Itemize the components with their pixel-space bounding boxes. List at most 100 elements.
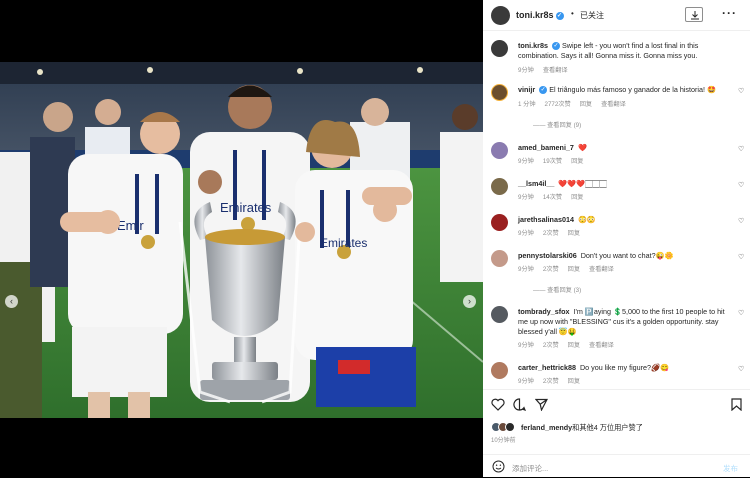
reply-button[interactable]: 回复 [580, 101, 592, 108]
caption-avatar[interactable] [491, 40, 508, 57]
comment-avatar[interactable] [491, 250, 508, 267]
likes-username[interactable]: ferland_mendy [521, 423, 572, 432]
comment-body: amed_bameni_7 ❤️ [518, 143, 733, 153]
author-avatar[interactable] [491, 6, 510, 25]
comment-meta: 9分钟 14次赞 回复 [518, 192, 592, 201]
celebration-photo: Emir Emirates Emirates [0, 62, 483, 418]
comment-text: Do you like my figure?🏈😋 [579, 363, 669, 372]
comment-body: __lsm4il__ ❤️❤️❤️🏻🏻🏻 [518, 179, 733, 189]
comment-username[interactable]: tombrady_sfox [518, 307, 570, 316]
reply-button[interactable]: 回复 [568, 230, 580, 237]
like-comment-heart-icon[interactable]: ♡ [738, 309, 744, 317]
post-panel: toni.kr8s ✓ • 已关注 ··· toni.kr8s ✓ Swipe le… [483, 0, 750, 477]
likes-rest-text[interactable]: 和其他4 万位用户赞了 [572, 423, 643, 432]
caption-body: toni.kr8s ✓ Swipe left - you won't find a… [518, 41, 733, 61]
comment-username[interactable]: pennystolarski06 [518, 251, 577, 260]
view-replies-label[interactable]: 查看回复 (9) [547, 122, 581, 129]
author-username[interactable]: toni.kr8s ✓ [516, 10, 564, 20]
comment-likes[interactable]: 2次赞 [543, 342, 559, 349]
see-translation-button[interactable]: 查看翻译 [601, 101, 626, 108]
reply-button[interactable]: 回复 [568, 342, 580, 349]
comment-username[interactable]: vinijr [518, 85, 535, 94]
like-heart-icon[interactable] [491, 398, 505, 411]
comment-username[interactable]: __lsm4il__ [518, 179, 554, 188]
like-comment-heart-icon[interactable]: ♡ [738, 365, 744, 373]
bookmark-icon[interactable] [731, 398, 742, 411]
comments-list[interactable]: toni.kr8s ✓ Swipe left - you won't find a… [483, 31, 750, 389]
comment-likes[interactable]: 2次赞 [543, 378, 559, 385]
post-actions: ferland_mendy和其他4 万位用户赞了 10分钟前 添加评论... 发… [483, 389, 750, 477]
svg-text:Emir: Emir [117, 218, 144, 233]
follow-status-button[interactable]: 已关注 [580, 10, 604, 21]
comment-likes[interactable]: 2次赞 [543, 266, 559, 273]
separator-dot: • [571, 9, 574, 18]
view-replies-label[interactable]: 查看回复 (3) [547, 287, 581, 294]
caption-username[interactable]: toni.kr8s [518, 41, 548, 50]
view-replies-button[interactable]: —— 查看回复 (3) [533, 285, 581, 294]
download-icon[interactable] [685, 7, 703, 22]
comment-avatar[interactable] [491, 142, 508, 159]
liker-avatar [505, 422, 515, 432]
comment-username[interactable]: amed_bameni_7 [518, 143, 574, 152]
add-comment-row: 添加评论... 发布 [483, 454, 750, 478]
like-comment-heart-icon[interactable]: ♡ [738, 253, 744, 261]
comment-time: 9分钟 [518, 342, 534, 349]
comment-time: 1 分钟 [518, 101, 536, 108]
like-comment-heart-icon[interactable]: ♡ [738, 87, 744, 95]
caption-meta: 9分钟 查看翻译 [518, 65, 577, 74]
add-comment-input[interactable]: 添加评论... [512, 463, 548, 474]
post-timestamp: 10分钟前 [491, 438, 516, 444]
comment-time: 9分钟 [518, 194, 534, 201]
author-username-text[interactable]: toni.kr8s [516, 10, 554, 20]
svg-text:Emirates: Emirates [220, 200, 272, 215]
comment-avatar[interactable] [491, 214, 508, 231]
emoji-icon[interactable] [492, 460, 505, 473]
next-photo-button[interactable]: › [463, 295, 476, 308]
comment-likes[interactable]: 19次赞 [543, 158, 562, 165]
reply-button[interactable]: 回复 [571, 194, 583, 201]
comment-avatar[interactable] [491, 178, 508, 195]
like-comment-heart-icon[interactable]: ♡ [738, 145, 744, 153]
comment-avatar[interactable] [491, 362, 508, 379]
comment-time: 9分钟 [518, 378, 534, 385]
share-icon[interactable] [535, 398, 548, 411]
comment-meta: 1 分钟 2772次赞 回复 查看翻译 [518, 99, 635, 108]
comment-body: carter_hettrick88 Do you like my figure?… [518, 363, 733, 373]
comment-body: pennystolarski06 Don't you want to chat?… [518, 251, 733, 261]
like-comment-heart-icon[interactable]: ♡ [738, 217, 744, 225]
like-comment-heart-icon[interactable]: ♡ [738, 181, 744, 189]
comment-body: jarethsalinas014 😳😳 [518, 215, 733, 225]
comment-likes[interactable]: 2次赞 [543, 230, 559, 237]
comment-icon[interactable] [513, 398, 526, 411]
verified-badge-icon: ✓ [539, 86, 548, 94]
comment-username[interactable]: jarethsalinas014 [518, 215, 574, 224]
svg-text:Emirates: Emirates [320, 236, 367, 250]
likes-summary[interactable]: ferland_mendy和其他4 万位用户赞了 [521, 423, 643, 433]
see-translation-button[interactable]: 查看翻译 [589, 266, 614, 273]
comment-avatar[interactable] [491, 84, 508, 101]
more-options-button[interactable]: ··· [722, 6, 737, 20]
comment-text: Don't you want to chat?😜🌼 [580, 251, 674, 260]
post-comment-button[interactable]: 发布 [723, 463, 738, 474]
reply-button[interactable]: 回复 [571, 158, 583, 165]
media-area: Emir Emirates Emirates ‹ › [0, 0, 483, 477]
see-translation-button[interactable]: 查看翻译 [589, 342, 614, 349]
previous-photo-button[interactable]: ‹ [5, 295, 18, 308]
comment-text: ❤️❤️❤️🏻🏻🏻 [558, 179, 607, 188]
reply-button[interactable]: 回复 [568, 378, 580, 385]
comment-username[interactable]: carter_hettrick88 [518, 363, 576, 372]
post-header: toni.kr8s ✓ • 已关注 ··· [483, 0, 750, 31]
comment-likes[interactable]: 14次赞 [543, 194, 562, 201]
comment-likes[interactable]: 2772次赞 [545, 101, 571, 108]
comment-text: ❤️ [577, 143, 587, 152]
comment-meta: 9分钟 2次赞 回复 [518, 376, 589, 385]
comment-meta: 9分钟 2次赞 回复 查看翻译 [518, 264, 623, 273]
see-translation-button[interactable]: 查看翻译 [543, 67, 568, 74]
verified-badge-icon: ✓ [555, 12, 564, 20]
comment-body: vinijr ✓ El triângulo más famoso y ganado… [518, 85, 733, 95]
post-photo[interactable]: Emir Emirates Emirates ‹ › [0, 62, 483, 418]
view-replies-button[interactable]: —— 查看回复 (9) [533, 120, 581, 129]
caption-time: 9分钟 [518, 67, 534, 74]
reply-button[interactable]: 回复 [568, 266, 580, 273]
comment-avatar[interactable] [491, 306, 508, 323]
